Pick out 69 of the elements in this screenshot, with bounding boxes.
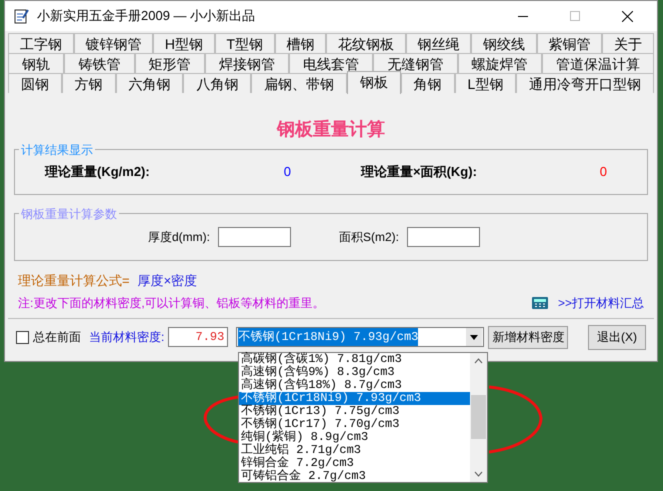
note-text: 注:更改下面的材料密度,可以计算铜、铝板等材料的重里。 — [18, 294, 326, 312]
tab[interactable]: 方钢 — [62, 73, 116, 93]
formula-label: 理论重量计算公式= — [18, 272, 130, 290]
tab[interactable]: 关于 — [602, 33, 654, 53]
selected-material: 不锈钢(1Cr18Ni9) 7.93g/cm3 — [238, 328, 418, 346]
dropdown-option[interactable]: 高速钢(含钨9%) 8.3g/cm3 — [239, 366, 470, 379]
tab[interactable]: T型钢 — [214, 33, 275, 53]
tab[interactable]: 花纹钢板 — [326, 33, 406, 53]
field-label: 厚度d(mm): — [148, 229, 210, 246]
tab[interactable]: H型钢 — [153, 33, 215, 53]
annotation-arc-drawing — [203, 395, 238, 445]
calculator-icon[interactable] — [532, 296, 548, 308]
scrollbar-thumb[interactable] — [471, 395, 486, 439]
tab[interactable]: 钢板 — [346, 71, 401, 94]
density-field[interactable]: 7.93 — [168, 327, 228, 347]
tab[interactable]: 镀锌钢管 — [74, 33, 154, 53]
tab[interactable]: 六角钢 — [116, 73, 184, 93]
dropdown-option[interactable]: 可铸铝合金 2.7g/cm3 — [239, 470, 470, 483]
tab[interactable]: 无缝钢管 — [373, 53, 458, 73]
dropdown-option[interactable]: 不锈钢(1Cr13) 7.75g/cm3 — [239, 405, 470, 418]
dropdown-option[interactable]: 纯铜(紫铜) 8.9g/cm3 — [239, 431, 470, 444]
tab[interactable]: 扁钢、带钢 — [251, 73, 347, 93]
tab[interactable]: 通用冷弯开口型钢 — [516, 73, 654, 93]
tab[interactable]: 钢丝绳 — [406, 33, 472, 53]
dropdown-option[interactable]: 锌铜合金 7.2g/cm3 — [239, 457, 470, 470]
tab[interactable]: 紫铜管 — [536, 33, 602, 53]
dropdown-option[interactable]: 工业纯铝 2.71g/cm3 — [239, 444, 470, 457]
notepad-icon — [13, 8, 29, 24]
checkbox[interactable] — [16, 330, 29, 344]
input-field[interactable] — [407, 227, 480, 247]
tab[interactable]: 工字钢 — [8, 33, 74, 53]
close-icon — [622, 10, 632, 22]
result-label: 理论重量(Kg/m2): — [45, 163, 150, 182]
tab[interactable]: 圆钢 — [8, 73, 62, 93]
scrollbar[interactable] — [470, 353, 487, 482]
result-value: 0 — [600, 163, 607, 182]
tab[interactable]: L型钢 — [454, 73, 516, 93]
add-density-button[interactable]: 新增材料密度 — [488, 326, 568, 348]
tab[interactable]: 电线套管 — [289, 53, 374, 73]
dropdown-option[interactable]: 不锈钢(1Cr18Ni9) 7.93g/cm3 — [239, 392, 470, 405]
density-label: 当前材料密度: — [89, 329, 164, 346]
result-value: 0 — [284, 163, 291, 182]
maximize-icon — [570, 11, 580, 21]
window-title: 小新实用五金手册2009 — 小小新出品 — [37, 7, 256, 26]
tab[interactable]: 角钢 — [400, 73, 455, 93]
tab[interactable]: 矩形管 — [134, 53, 205, 73]
group-title: 计算结果显示 — [19, 141, 95, 159]
field-label: 面积S(m2): — [339, 229, 399, 246]
result-label: 理论重量×面积(Kg): — [361, 163, 477, 182]
tab[interactable]: 管道保温计算 — [542, 53, 654, 73]
group-title: 钢板重量计算参数 — [19, 205, 119, 223]
input-field[interactable] — [218, 227, 291, 247]
dropdown-option[interactable]: 不锈钢(1Cr17) 7.70g/cm3 — [239, 418, 470, 431]
tab[interactable]: 槽钢 — [274, 33, 326, 53]
tab[interactable]: 钢轨 — [8, 53, 64, 73]
tab[interactable]: 八角钢 — [183, 73, 252, 93]
checkbox-label[interactable]: 总在前面 — [33, 328, 81, 346]
open-summary-link[interactable]: >>打开材料汇总 — [558, 294, 644, 312]
dropdown-option[interactable]: 高速钢(含钨18%) 8.7g/cm3 — [239, 379, 470, 392]
exit-button[interactable]: 退出(X) — [588, 324, 646, 350]
annotation-arc-drawing — [489, 384, 543, 455]
dropdown-option[interactable]: 高碳钢(含碳1%) 7.81g/cm3 — [239, 353, 470, 366]
formula-text: 厚度×密度 — [138, 272, 198, 290]
tab[interactable]: 螺旋焊管 — [458, 53, 542, 73]
material-dropdown[interactable]: 不锈钢(1Cr18Ni9) 7.93g/cm3 — [236, 327, 484, 347]
tab[interactable]: 钢绞线 — [471, 33, 537, 53]
tab[interactable]: 焊接钢管 — [204, 53, 289, 73]
page-heading: 钢板重量计算 — [276, 118, 386, 142]
tab[interactable]: 铸铁管 — [64, 53, 134, 73]
